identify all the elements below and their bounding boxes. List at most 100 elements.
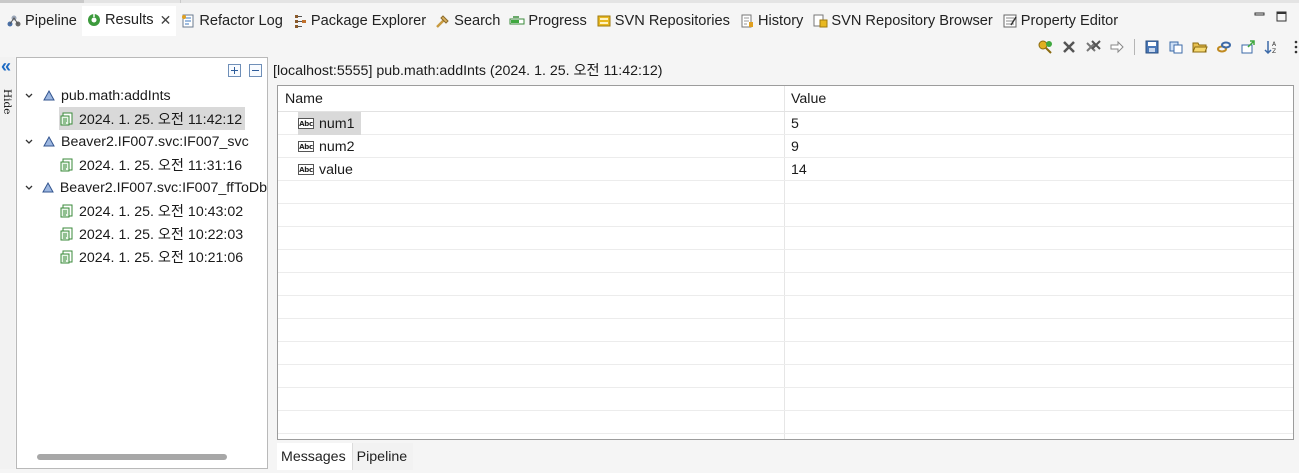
empty-table-row xyxy=(278,204,1293,227)
result-doc-icon xyxy=(59,157,75,173)
results-tree: pub.math:addInts 2024. 1. 25. 오전 11:42:1… xyxy=(16,57,268,469)
variable-name-cell[interactable]: Abc num2 xyxy=(298,135,355,158)
tab-package-explorer[interactable]: Package Explorer xyxy=(288,6,431,36)
remove-all-results-button[interactable] xyxy=(1084,38,1102,56)
hide-label[interactable]: Hide xyxy=(1,89,13,114)
result-doc-icon xyxy=(59,111,75,127)
tree-node-label: Beaver2.IF007.svc:IF007_svc xyxy=(61,133,249,150)
chevron-down-icon[interactable] xyxy=(23,182,35,194)
export-icon xyxy=(1241,40,1255,54)
empty-table-row xyxy=(278,342,1293,365)
tree-node-result[interactable]: 2024. 1. 25. 오전 11:42:12 xyxy=(59,107,246,130)
save-icon xyxy=(1145,40,1159,54)
table-row[interactable]: Abc num2 9 xyxy=(278,135,1293,158)
sort-button[interactable]: AZ xyxy=(1263,38,1281,56)
variable-name: value xyxy=(319,161,353,178)
package-explorer-icon xyxy=(292,13,308,29)
tab-label: Progress xyxy=(528,13,587,29)
top-edge xyxy=(0,0,1299,3)
tab-search[interactable]: Search xyxy=(431,6,505,36)
tree-node-service[interactable]: pub.math:addInts xyxy=(23,84,171,107)
table-row[interactable]: Abc value 14 xyxy=(278,158,1293,181)
tab-history[interactable]: History xyxy=(735,6,808,36)
maximize-icon[interactable] xyxy=(1275,10,1289,24)
horizontal-scrollbar[interactable] xyxy=(37,454,227,460)
expand-all-icon[interactable] xyxy=(228,64,241,77)
table-header: Name Value xyxy=(278,86,1293,112)
svg-text:Z: Z xyxy=(1272,48,1276,55)
variable-value[interactable]: 9 xyxy=(791,135,799,158)
hide-sidebar-strip[interactable]: « Hide xyxy=(0,57,15,469)
result-doc-icon xyxy=(59,249,75,265)
folder-open-icon xyxy=(1192,42,1208,53)
arrow-right-icon xyxy=(1110,40,1124,54)
empty-table-row xyxy=(278,273,1293,296)
property-editor-icon xyxy=(1002,13,1018,29)
empty-table-row xyxy=(278,319,1293,342)
svn-repositories-icon xyxy=(596,13,612,29)
remove-all-icon xyxy=(1086,40,1101,52)
result-title: [localhost:5555] pub.math:addInts (2024.… xyxy=(273,63,663,79)
tree-node-label: 2024. 1. 25. 오전 11:42:12 xyxy=(79,111,243,128)
open-button[interactable] xyxy=(1191,38,1209,56)
variable-name-cell[interactable]: Abc num1 xyxy=(298,112,361,135)
minimize-icon[interactable] xyxy=(1253,10,1267,24)
empty-table-row xyxy=(278,411,1293,434)
double-chevron-left-icon[interactable]: « xyxy=(1,57,11,75)
copy-results-button[interactable] xyxy=(1167,38,1185,56)
attach-button[interactable] xyxy=(1215,38,1233,56)
tree-node-label: 2024. 1. 25. 오전 10:21:06 xyxy=(79,249,244,266)
chevron-down-icon[interactable] xyxy=(23,136,35,148)
remove-result-button[interactable] xyxy=(1060,38,1078,56)
tab-progress[interactable]: Progress xyxy=(505,6,591,36)
variable-name-cell[interactable]: Abc value xyxy=(298,158,353,181)
tab-results[interactable]: Results ✕ xyxy=(81,6,177,36)
tab-property-editor[interactable]: Property Editor xyxy=(998,6,1123,36)
toolbar-separator xyxy=(1134,39,1135,55)
tree-node-service[interactable]: Beaver2.IF007.svc:IF007_svc xyxy=(23,130,249,153)
pipeline-table: Name Value Abc num1 5 Abc num2 9 Abc val… xyxy=(277,85,1294,440)
tree-node-result[interactable]: 2024. 1. 25. 오전 11:31:16 xyxy=(59,153,242,176)
view-tab-bar: Pipeline Results ✕ Refactor Log Package … xyxy=(0,6,1299,36)
close-icon[interactable]: ✕ xyxy=(160,12,172,29)
tree-node-result[interactable]: 2024. 1. 25. 오전 10:43:02 xyxy=(59,199,243,222)
bottom-tab-bar: Messages Pipeline xyxy=(277,443,414,470)
history-icon xyxy=(739,13,755,29)
tab-svn-repository-browser[interactable]: SVN Repository Browser xyxy=(808,6,997,36)
tab-pipeline-bottom[interactable]: Pipeline xyxy=(351,443,414,470)
tree-node-result[interactable]: 2024. 1. 25. 오전 10:21:06 xyxy=(59,245,243,268)
variable-name: num1 xyxy=(319,115,355,132)
chain-icon xyxy=(1217,41,1231,53)
restore-results-button[interactable] xyxy=(1036,38,1054,56)
results-icon xyxy=(86,12,102,28)
empty-table-row xyxy=(278,227,1293,250)
refactor-log-icon xyxy=(180,13,196,29)
tab-label: Property Editor xyxy=(1020,13,1119,29)
tab-pipeline[interactable]: Pipeline xyxy=(2,6,82,36)
tab-refactor-log[interactable]: Refactor Log xyxy=(176,6,288,36)
save-button[interactable] xyxy=(1143,38,1161,56)
empty-table-row xyxy=(278,388,1293,411)
tree-node-result[interactable]: 2024. 1. 25. 오전 10:22:03 xyxy=(59,222,243,245)
tree-node-service[interactable]: Beaver2.IF007.svc:IF007_ffToDb xyxy=(23,176,267,199)
service-icon xyxy=(41,88,57,104)
tab-svn-repositories[interactable]: SVN Repositories xyxy=(592,6,735,36)
remove-icon xyxy=(1063,41,1075,53)
column-header-name[interactable]: Name xyxy=(285,86,323,112)
tab-label: Search xyxy=(454,13,501,29)
table-row[interactable]: Abc num1 5 xyxy=(278,112,1293,135)
pipeline-icon xyxy=(6,13,22,29)
chevron-down-icon[interactable] xyxy=(23,90,35,102)
view-menu-button[interactable] xyxy=(1287,38,1299,56)
tab-label: Pipeline xyxy=(25,13,77,29)
collapse-all-icon[interactable] xyxy=(249,64,262,77)
empty-table-row xyxy=(278,181,1293,204)
tab-messages[interactable]: Messages xyxy=(277,443,352,470)
export-button[interactable] xyxy=(1239,38,1257,56)
column-header-value[interactable]: Value xyxy=(791,86,826,112)
variable-name: num2 xyxy=(319,138,355,155)
go-forward-button[interactable] xyxy=(1108,38,1126,56)
result-doc-icon xyxy=(59,203,75,219)
variable-value[interactable]: 5 xyxy=(791,112,799,135)
variable-value[interactable]: 14 xyxy=(791,158,807,181)
